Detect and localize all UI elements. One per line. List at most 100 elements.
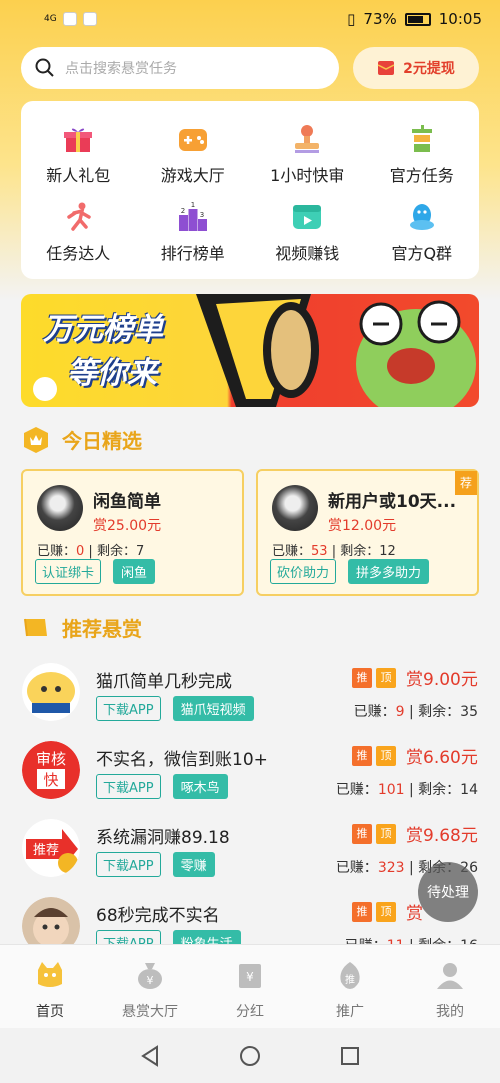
top-badge: 顶 [376, 823, 396, 844]
today-picks-header: 今日精选 [22, 425, 142, 454]
official-icon [405, 122, 439, 156]
top-badge: 顶 [376, 901, 396, 922]
withdraw-button[interactable]: 2元提现 [353, 47, 479, 89]
pick-card[interactable]: 闲鱼简单 赏25.00元 已赚：0 | 剩余：7 认证绑卡 闲鱼 [21, 469, 244, 596]
pick-price: 赏12.00元 [328, 518, 397, 534]
task-stats: 已赚：101 | 剩余：14 [335, 782, 478, 798]
grid-label: 任务达人 [46, 244, 111, 263]
pick-stats: 已赚：53 | 剩余：12 [272, 544, 396, 559]
battery-icon [404, 12, 431, 26]
notification-icon [62, 12, 77, 26]
svg-text:2: 2 [181, 207, 185, 215]
grid-label: 官方Q群 [391, 244, 453, 263]
feature-grid: 新人礼包 游戏大厅 1小时快审 官方任务 任务达人 123 排行榜单 视频赚钱 … [21, 101, 479, 279]
task-title: 猫爪简单几秒完成 [96, 672, 232, 692]
battery-percent: 73% [363, 10, 397, 28]
tab-dividend[interactable]: ¥ 分红 [200, 945, 300, 1028]
vibrate-icon: ▯ [347, 10, 356, 28]
tab-label: 悬赏大厅 [122, 1004, 178, 1020]
task-price: 赏6.60元 [406, 748, 478, 768]
flag-icon [24, 618, 47, 636]
tab-mine[interactable]: 我的 [400, 945, 500, 1028]
red-envelope-icon [377, 61, 395, 75]
svg-text:推: 推 [345, 973, 355, 986]
task-row[interactable]: 猫爪简单几秒完成 下载APP 猫爪短视频 推顶赏9.00元 已赚：9 | 剩余：3… [0, 663, 500, 741]
tag: 零赚 [172, 852, 215, 877]
grid-item-games[interactable]: 游戏大厅 [136, 115, 251, 193]
task-row[interactable]: 审核快 不实名，微信到账10+ 下载APP 啄木鸟 推顶赏6.60元 已赚：101… [0, 741, 500, 819]
network-indicator: 4G [44, 14, 57, 24]
banner-line-1: 万元榜单 [43, 312, 163, 347]
grid-label: 新人礼包 [46, 166, 111, 185]
pending-float-button[interactable]: 待处理 [418, 862, 478, 922]
tab-label: 推广 [336, 1004, 364, 1020]
app-notification-icon [82, 12, 97, 26]
search-bar[interactable]: 点击搜索悬赏任务 [21, 47, 339, 89]
withdraw-label: 2元提现 [403, 61, 455, 77]
task-price: 赏9.68元 [406, 826, 478, 846]
tag: 下载APP [96, 774, 161, 799]
pick-name: 新用户或10天... [328, 492, 457, 512]
tag: 认证绑卡 [35, 559, 102, 584]
grid-label: 排行榜单 [160, 244, 225, 263]
grid-label: 游戏大厅 [160, 166, 225, 185]
recommend-badge: 推 [352, 823, 372, 844]
pick-name: 闲鱼简单 [93, 492, 161, 512]
pick-card[interactable]: 荐 新用户或10天... 赏12.00元 已赚：53 | 剩余：12 砍价助力 … [256, 469, 479, 596]
grid-label: 官方任务 [389, 166, 454, 185]
user-icon [434, 959, 466, 991]
video-icon [290, 200, 324, 234]
tag: 砍价助力 [270, 559, 337, 584]
tab-label: 我的 [436, 1004, 464, 1020]
top-badge: 顶 [376, 667, 396, 688]
recommend-header: 推荐悬赏 [22, 613, 142, 642]
avatar [37, 485, 83, 531]
tab-promote[interactable]: 推 推广 [300, 945, 400, 1028]
grid-item-official-tasks[interactable]: 官方任务 [365, 115, 480, 193]
section-title: 今日精选 [62, 429, 142, 453]
svg-text:推荐: 推荐 [33, 843, 59, 858]
grid-item-task-master[interactable]: 任务达人 [21, 193, 136, 271]
runner-icon [61, 200, 95, 234]
grid-item-gift[interactable]: 新人礼包 [21, 115, 136, 193]
svg-text:¥: ¥ [246, 970, 254, 984]
home-nav-icon[interactable] [239, 1045, 261, 1067]
home-icon [34, 959, 66, 991]
task-title: 68秒完成不实名 [96, 906, 220, 926]
tag: 啄木鸟 [172, 774, 228, 799]
back-icon[interactable] [139, 1044, 161, 1067]
tab-home[interactable]: 首页 [0, 945, 100, 1028]
gamepad-icon [176, 122, 210, 156]
svg-text:3: 3 [200, 211, 204, 219]
avatar: 推荐 [22, 819, 80, 877]
avatar [272, 485, 318, 531]
grid-item-official-qq[interactable]: 官方Q群 [365, 193, 480, 271]
gift-icon [61, 122, 95, 156]
top-badge: 顶 [376, 745, 396, 766]
recommend-badge: 推 [352, 667, 372, 688]
grid-item-fast-review[interactable]: 1小时快审 [250, 115, 365, 193]
pending-label: 待处理 [427, 885, 469, 901]
tag: 拼多多助力 [348, 559, 430, 584]
recents-icon[interactable] [339, 1045, 361, 1067]
dividend-icon: ¥ [234, 959, 266, 991]
avatar: 审核快 [22, 741, 80, 799]
grid-item-ranking[interactable]: 12 3 排行榜单 [136, 193, 251, 271]
tag: 下载APP [96, 696, 161, 721]
grid-label: 1小时快审 [270, 166, 345, 185]
task-title: 系统漏洞赚89.18 [96, 828, 230, 848]
task-price: 赏9.00元 [406, 670, 478, 690]
grid-item-video-earn[interactable]: 视频赚钱 [250, 193, 365, 271]
tab-reward-hall[interactable]: ¥ 悬赏大厅 [100, 945, 200, 1028]
tag: 下载APP [96, 852, 161, 877]
promo-banner[interactable]: 万元榜单 等你来 [21, 294, 479, 407]
tag: 闲鱼 [113, 559, 156, 584]
section-title: 推荐悬赏 [62, 617, 142, 641]
podium-icon: 12 3 [176, 200, 210, 234]
banner-line-2: 等你来 [67, 356, 157, 391]
money-bag-icon: ¥ [134, 959, 166, 991]
grid-label: 视频赚钱 [275, 244, 340, 263]
promote-icon: 推 [334, 959, 366, 991]
search-placeholder: 点击搜索悬赏任务 [65, 61, 177, 77]
task-stats: 已赚：9 | 剩余：35 [353, 704, 478, 720]
